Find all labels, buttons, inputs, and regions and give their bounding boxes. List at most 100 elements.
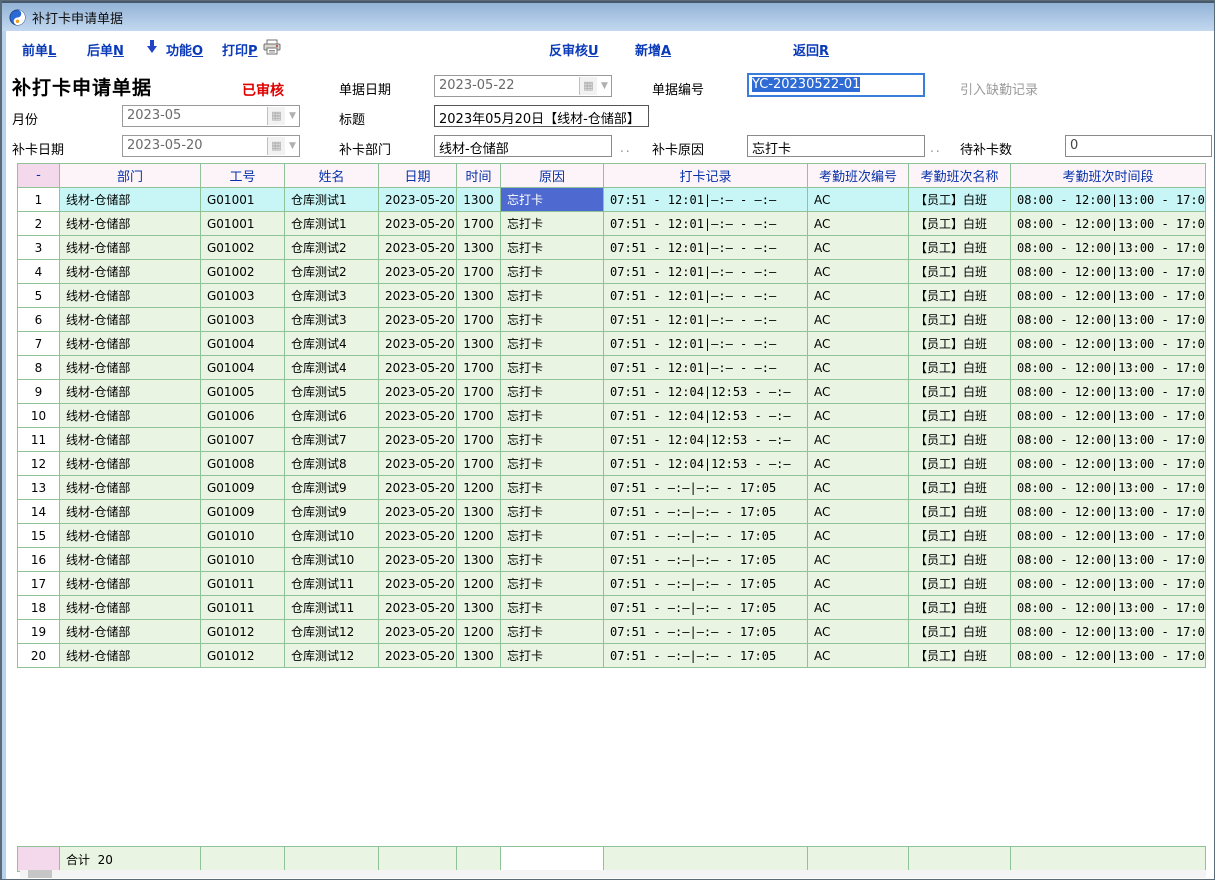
cell-name[interactable]: 仓库测试7 (285, 428, 379, 452)
selected-cell[interactable]: 忘打卡 (501, 188, 604, 212)
menu-unapprove[interactable]: 反审核U (549, 40, 599, 59)
cell-shift-code[interactable]: AC (808, 308, 909, 332)
cell-emp-id[interactable]: G01008 (201, 452, 285, 476)
cell-time[interactable]: 1300 (457, 332, 501, 356)
cell-emp-id[interactable]: G01003 (201, 284, 285, 308)
cell-date[interactable]: 2023-05-20 (379, 644, 457, 668)
cell-num[interactable]: 9 (18, 380, 60, 404)
cell-emp-id[interactable]: G01005 (201, 380, 285, 404)
cell-shift-name[interactable]: 【员工】白班 (909, 380, 1011, 404)
cell-punch-record[interactable]: 07:51 - 12:04|12:53 - —:— (604, 428, 808, 452)
cell-name[interactable]: 仓库测试9 (285, 500, 379, 524)
cell-reason[interactable]: 忘打卡 (501, 524, 604, 548)
calendar-icon[interactable]: ▦ (267, 137, 285, 155)
makeup-date-field[interactable]: 2023-05-20 ▦ ▼ (122, 135, 300, 157)
cell-num[interactable]: 19 (18, 620, 60, 644)
cell-punch-record[interactable]: 07:51 - —:—|—:— - 17:05 (604, 596, 808, 620)
cell-shift-code[interactable]: AC (808, 524, 909, 548)
cell-shift-code[interactable]: AC (808, 236, 909, 260)
cell-num[interactable]: 20 (18, 644, 60, 668)
cell-shift-name[interactable]: 【员工】白班 (909, 236, 1011, 260)
cell-shift-name[interactable]: 【员工】白班 (909, 572, 1011, 596)
cell-date[interactable]: 2023-05-20 (379, 404, 457, 428)
cell-shift-code[interactable]: AC (808, 476, 909, 500)
cell-time[interactable]: 1700 (457, 356, 501, 380)
cell-date[interactable]: 2023-05-20 (379, 476, 457, 500)
cell-shift-code[interactable]: AC (808, 356, 909, 380)
cell-num[interactable]: 15 (18, 524, 60, 548)
menu-add-new[interactable]: 新增A (635, 40, 671, 59)
cell-dept[interactable]: 线材-仓储部 (60, 428, 201, 452)
cell-reason[interactable]: 忘打卡 (501, 332, 604, 356)
cell-shift-name[interactable]: 【员工】白班 (909, 308, 1011, 332)
cell-punch-record[interactable]: 07:51 - 12:01|—:— - —:— (604, 356, 808, 380)
title-field[interactable]: 2023年05月20日【线材-仓储部】 (434, 105, 649, 127)
cell-shift-time[interactable]: 08:00 - 12:00|13:00 - 17:00 (1011, 596, 1206, 620)
menu-prev-doc[interactable]: 前单L (22, 40, 56, 59)
cell-time[interactable]: 1700 (457, 452, 501, 476)
cell-shift-code[interactable]: AC (808, 284, 909, 308)
cell-time[interactable]: 1700 (457, 260, 501, 284)
menu-next-doc[interactable]: 后单N (87, 40, 124, 59)
cell-num[interactable]: 13 (18, 476, 60, 500)
cell-reason[interactable]: 忘打卡 (501, 284, 604, 308)
cell-dept[interactable]: 线材-仓储部 (60, 260, 201, 284)
cell-shift-code[interactable]: AC (808, 620, 909, 644)
cell-reason[interactable]: 忘打卡 (501, 260, 604, 284)
calendar-icon[interactable]: ▦ (579, 77, 597, 95)
cell-reason[interactable]: 忘打卡 (501, 380, 604, 404)
cell-name[interactable]: 仓库测试11 (285, 596, 379, 620)
cell-shift-time[interactable]: 08:00 - 12:00|13:00 - 17:00 (1011, 524, 1206, 548)
cell-emp-id[interactable]: G01002 (201, 260, 285, 284)
cell-shift-code[interactable]: AC (808, 332, 909, 356)
column-header[interactable]: 时间 (457, 164, 501, 188)
column-header[interactable]: 考勤班次名称 (909, 164, 1011, 188)
cell-reason[interactable]: 忘打卡 (501, 596, 604, 620)
cell-time[interactable]: 1700 (457, 308, 501, 332)
cell-shift-time[interactable]: 08:00 - 12:00|13:00 - 17:00 (1011, 644, 1206, 668)
cell-dept[interactable]: 线材-仓储部 (60, 620, 201, 644)
cell-shift-time[interactable]: 08:00 - 12:00|13:00 - 17:00 (1011, 380, 1206, 404)
cell-name[interactable]: 仓库测试2 (285, 260, 379, 284)
cell-num[interactable]: 8 (18, 356, 60, 380)
chevron-down-icon[interactable]: ▼ (286, 137, 299, 155)
cell-punch-record[interactable]: 07:51 - —:—|—:— - 17:05 (604, 500, 808, 524)
cell-time[interactable]: 1200 (457, 620, 501, 644)
cell-emp-id[interactable]: G01007 (201, 428, 285, 452)
cell-time[interactable]: 1700 (457, 212, 501, 236)
pending-count-field[interactable]: 0 (1065, 135, 1212, 157)
cell-name[interactable]: 仓库测试2 (285, 236, 379, 260)
cell-num[interactable]: 17 (18, 572, 60, 596)
cell-reason[interactable]: 忘打卡 (501, 428, 604, 452)
cell-shift-code[interactable]: AC (808, 380, 909, 404)
printer-icon[interactable] (263, 39, 281, 59)
cell-shift-code[interactable]: AC (808, 572, 909, 596)
cell-time[interactable]: 1200 (457, 476, 501, 500)
cell-emp-id[interactable]: G01002 (201, 236, 285, 260)
column-header[interactable]: 姓名 (285, 164, 379, 188)
cell-dept[interactable]: 线材-仓储部 (60, 476, 201, 500)
cell-date[interactable]: 2023-05-20 (379, 236, 457, 260)
cell-dept[interactable]: 线材-仓储部 (60, 548, 201, 572)
doc-no-field[interactable]: YC-20230522-01 (747, 73, 925, 97)
cell-name[interactable]: 仓库测试1 (285, 212, 379, 236)
cell-date[interactable]: 2023-05-20 (379, 332, 457, 356)
cell-name[interactable]: 仓库测试12 (285, 644, 379, 668)
cell-date[interactable]: 2023-05-20 (379, 620, 457, 644)
cell-shift-name[interactable]: 【员工】白班 (909, 524, 1011, 548)
cell-num[interactable]: 12 (18, 452, 60, 476)
column-header[interactable]: 部门 (60, 164, 201, 188)
cell-date[interactable]: 2023-05-20 (379, 452, 457, 476)
cell-num[interactable]: 5 (18, 284, 60, 308)
cell-shift-time[interactable]: 08:00 - 12:00|13:00 - 17:00 (1011, 404, 1206, 428)
cell-name[interactable]: 仓库测试10 (285, 524, 379, 548)
cell-punch-record[interactable]: 07:51 - 12:04|12:53 - —:— (604, 380, 808, 404)
cell-emp-id[interactable]: G01011 (201, 596, 285, 620)
cell-time[interactable]: 1700 (457, 380, 501, 404)
cell-num[interactable]: 6 (18, 308, 60, 332)
month-field[interactable]: 2023-05 ▦ ▼ (122, 105, 300, 127)
cell-dept[interactable]: 线材-仓储部 (60, 212, 201, 236)
cell-num[interactable]: 7 (18, 332, 60, 356)
cell-reason[interactable]: 忘打卡 (501, 452, 604, 476)
cell-time[interactable]: 1200 (457, 524, 501, 548)
